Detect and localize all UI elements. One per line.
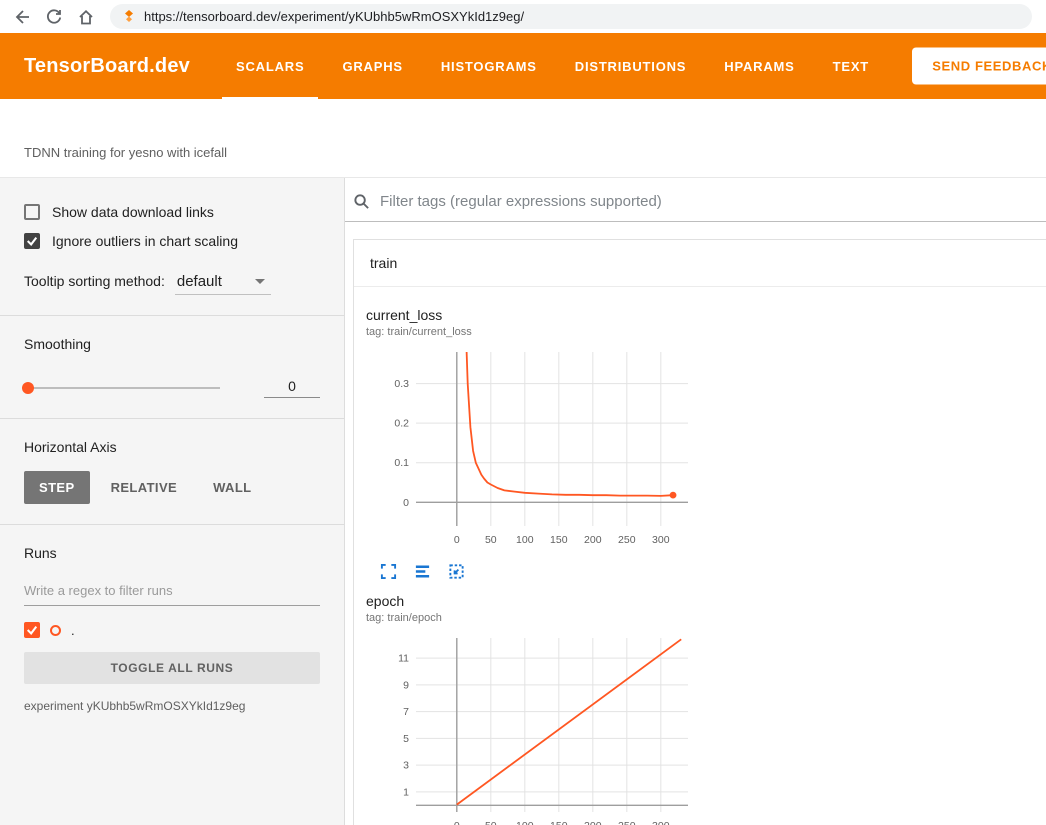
svg-text:9: 9 — [403, 679, 409, 691]
page: https://tensorboard.dev/experiment/yKUbh… — [0, 0, 1046, 825]
app-header: TensorBoard.dev SCALARS GRAPHS HISTOGRAMS D… — [0, 33, 1046, 99]
svg-text:200: 200 — [584, 820, 602, 825]
ignore-outliers-label: Ignore outliers in chart scaling — [52, 233, 238, 249]
chart-tag: tag: train/current_loss — [366, 326, 696, 338]
show-download-checkbox[interactable] — [24, 204, 40, 220]
show-download-row[interactable]: Show data download links — [24, 204, 320, 220]
tag-filter-row — [345, 178, 1046, 222]
run-color-swatch — [50, 625, 61, 636]
svg-text:3: 3 — [403, 760, 409, 772]
svg-text:200: 200 — [584, 534, 602, 546]
tag-group-header[interactable]: train — [354, 240, 1046, 287]
tab-hparams[interactable]: HPARAMS — [722, 33, 796, 99]
experiment-id-label: experiment yKUbhb5wRmOSXYkId1z9eg — [24, 699, 320, 713]
smoothing-label: Smoothing — [24, 336, 320, 352]
svg-text:0.3: 0.3 — [394, 378, 409, 390]
divider — [0, 524, 344, 525]
experiment-title: TDNN training for yesno with icefall — [24, 145, 227, 160]
home-icon[interactable] — [74, 5, 98, 29]
chart-card: current_loss tag: train/current_loss 0 0.… — [366, 307, 696, 581]
svg-text:7: 7 — [403, 706, 409, 718]
axis-wall-button[interactable]: WALL — [198, 471, 266, 504]
svg-text:150: 150 — [550, 534, 568, 546]
svg-text:0: 0 — [454, 534, 460, 546]
svg-text:300: 300 — [652, 820, 670, 825]
send-feedback-button[interactable]: SEND FEEDBACK — [912, 48, 1046, 85]
svg-text:0.1: 0.1 — [394, 457, 409, 469]
url-text[interactable]: https://tensorboard.dev/experiment/yKUbh… — [144, 9, 524, 24]
expand-chart-icon[interactable] — [380, 563, 398, 581]
svg-text:150: 150 — [550, 820, 568, 825]
line-chart[interactable]: 1 3 5 7 9 11 0 50 100 150 200 250 300 — [366, 632, 696, 825]
app-logo: TensorBoard.dev — [24, 55, 190, 78]
ignore-outliers-checkbox[interactable] — [24, 233, 40, 249]
svg-text:50: 50 — [485, 820, 497, 825]
runs-label: Runs — [24, 545, 320, 561]
content: Show data download links Ignore outliers… — [0, 178, 1046, 825]
main-panel: train current_loss tag: train/current_lo… — [345, 178, 1046, 825]
ignore-outliers-row[interactable]: Ignore outliers in chart scaling — [24, 233, 320, 249]
run-name: . — [71, 623, 75, 638]
back-icon[interactable] — [10, 5, 34, 29]
sidebar: Show data download links Ignore outliers… — [0, 178, 345, 825]
svg-text:300: 300 — [652, 534, 670, 546]
axis-step-button[interactable]: STEP — [24, 471, 90, 504]
svg-text:11: 11 — [398, 653, 409, 665]
flush-y-axis-icon[interactable] — [414, 563, 432, 581]
run-checkbox[interactable] — [24, 622, 40, 638]
svg-text:1: 1 — [403, 786, 409, 798]
fit-domain-icon[interactable] — [448, 563, 466, 581]
chevron-down-icon — [255, 279, 265, 284]
smoothing-slider[interactable] — [24, 387, 220, 389]
chart-card: epoch tag: train/epoch 1 3 5 7 9 11 0 50 100 150 2… — [366, 593, 696, 825]
chart-tag: tag: train/epoch — [366, 612, 696, 624]
site-favicon — [122, 10, 136, 24]
tab-graphs[interactable]: GRAPHS — [340, 33, 404, 99]
divider — [0, 418, 344, 419]
tooltip-sorting-row: Tooltip sorting method: default — [24, 273, 320, 295]
tag-filter-input[interactable] — [380, 193, 1038, 210]
address-bar[interactable]: https://tensorboard.dev/experiment/yKUbh… — [110, 4, 1032, 29]
experiment-subheader: TDNN training for yesno with icefall — [0, 99, 1046, 178]
tooltip-sorting-dropdown[interactable]: default — [175, 273, 271, 295]
show-download-label: Show data download links — [52, 204, 214, 220]
axis-relative-button[interactable]: RELATIVE — [96, 471, 193, 504]
svg-text:250: 250 — [618, 534, 636, 546]
svg-text:100: 100 — [516, 534, 534, 546]
charts-grid: current_loss tag: train/current_loss 0 0.… — [354, 287, 1046, 825]
tooltip-sorting-label: Tooltip sorting method: — [24, 273, 165, 289]
svg-text:5: 5 — [403, 733, 409, 745]
runs-filter-input[interactable] — [24, 577, 320, 606]
tab-scalars[interactable]: SCALARS — [234, 33, 306, 99]
tooltip-sorting-value: default — [177, 273, 222, 290]
svg-text:250: 250 — [618, 820, 636, 825]
smoothing-slider-knob[interactable] — [22, 382, 34, 394]
header-nav: SCALARS GRAPHS HISTOGRAMS DISTRIBUTIONS HPAR… — [234, 33, 871, 99]
tag-group-card: train current_loss tag: train/current_lo… — [353, 239, 1046, 825]
tab-text[interactable]: TEXT — [831, 33, 871, 99]
svg-text:100: 100 — [516, 820, 534, 825]
browser-toolbar: https://tensorboard.dev/experiment/yKUbh… — [0, 0, 1046, 33]
chart-title: current_loss — [366, 307, 696, 323]
svg-text:0: 0 — [454, 820, 460, 825]
search-icon — [353, 193, 370, 210]
toggle-all-runs-button[interactable]: TOGGLE ALL RUNS — [24, 652, 320, 684]
horizontal-axis-label: Horizontal Axis — [24, 439, 320, 455]
tab-histograms[interactable]: HISTOGRAMS — [439, 33, 539, 99]
run-row[interactable]: . — [24, 622, 320, 638]
divider — [0, 315, 344, 316]
horizontal-axis-buttons: STEP RELATIVE WALL — [24, 471, 320, 504]
svg-text:0.2: 0.2 — [394, 418, 409, 430]
tab-distributions[interactable]: DISTRIBUTIONS — [573, 33, 689, 99]
chart-toolbar — [366, 563, 696, 581]
svg-text:50: 50 — [485, 534, 497, 546]
smoothing-row: 0 — [24, 378, 320, 398]
smoothing-value[interactable]: 0 — [264, 378, 320, 398]
line-chart[interactable]: 0 0.1 0.2 0.3 0 50 100 150 200 250 300 — [366, 346, 696, 550]
chart-title: epoch — [366, 593, 696, 609]
reload-icon[interactable] — [42, 5, 66, 29]
svg-text:0: 0 — [403, 497, 409, 509]
